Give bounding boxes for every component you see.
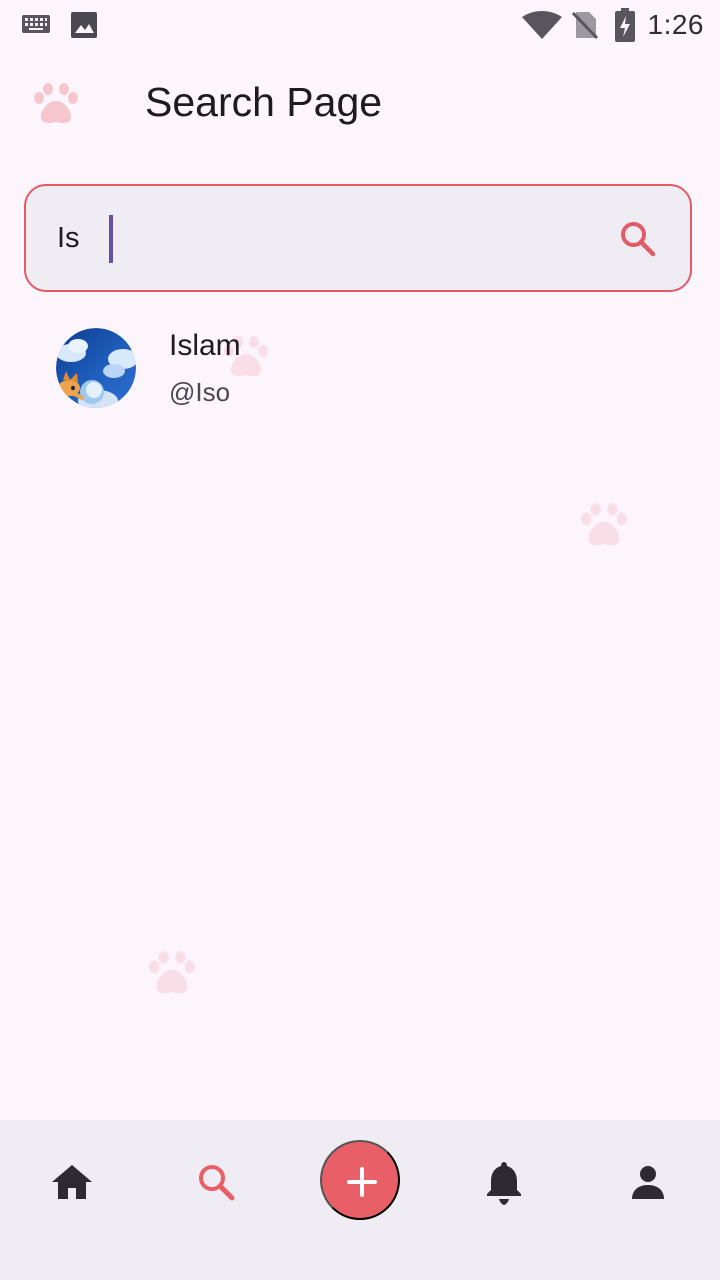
result-handle: @Iso [169,377,231,407]
paw-decoration-icon [149,951,195,994]
paw-decoration-icon [581,503,627,546]
keyboard-icon [22,15,50,33]
home-icon[interactable] [48,1158,96,1206]
text-caret [109,215,113,263]
status-bar: 1:26 [0,0,720,50]
search-field[interactable] [24,184,692,292]
search-icon[interactable] [192,1158,240,1206]
search-screen: 1:26 Search Page Is Islam @Iso [0,0,720,1280]
search-icon[interactable] [620,221,656,257]
battery-charging-icon [615,8,635,42]
bottom-navigation-bar [0,1120,720,1280]
wifi-icon [522,11,562,39]
search-input[interactable] [26,186,606,290]
page-title: Search Page [145,79,383,125]
no-sim-icon [572,11,598,40]
search-result-item[interactable]: Islam @Iso [0,312,720,424]
add-icon [347,1167,377,1197]
paw-logo-icon [34,83,78,124]
status-time: 1:26 [647,9,704,40]
image-icon [71,12,97,38]
add-button[interactable] [320,1140,400,1220]
notifications-icon[interactable] [480,1158,528,1206]
avatar [56,328,136,408]
app-bar: Search Page [0,50,720,160]
result-name: Islam [169,329,241,362]
profile-icon[interactable] [624,1158,672,1206]
